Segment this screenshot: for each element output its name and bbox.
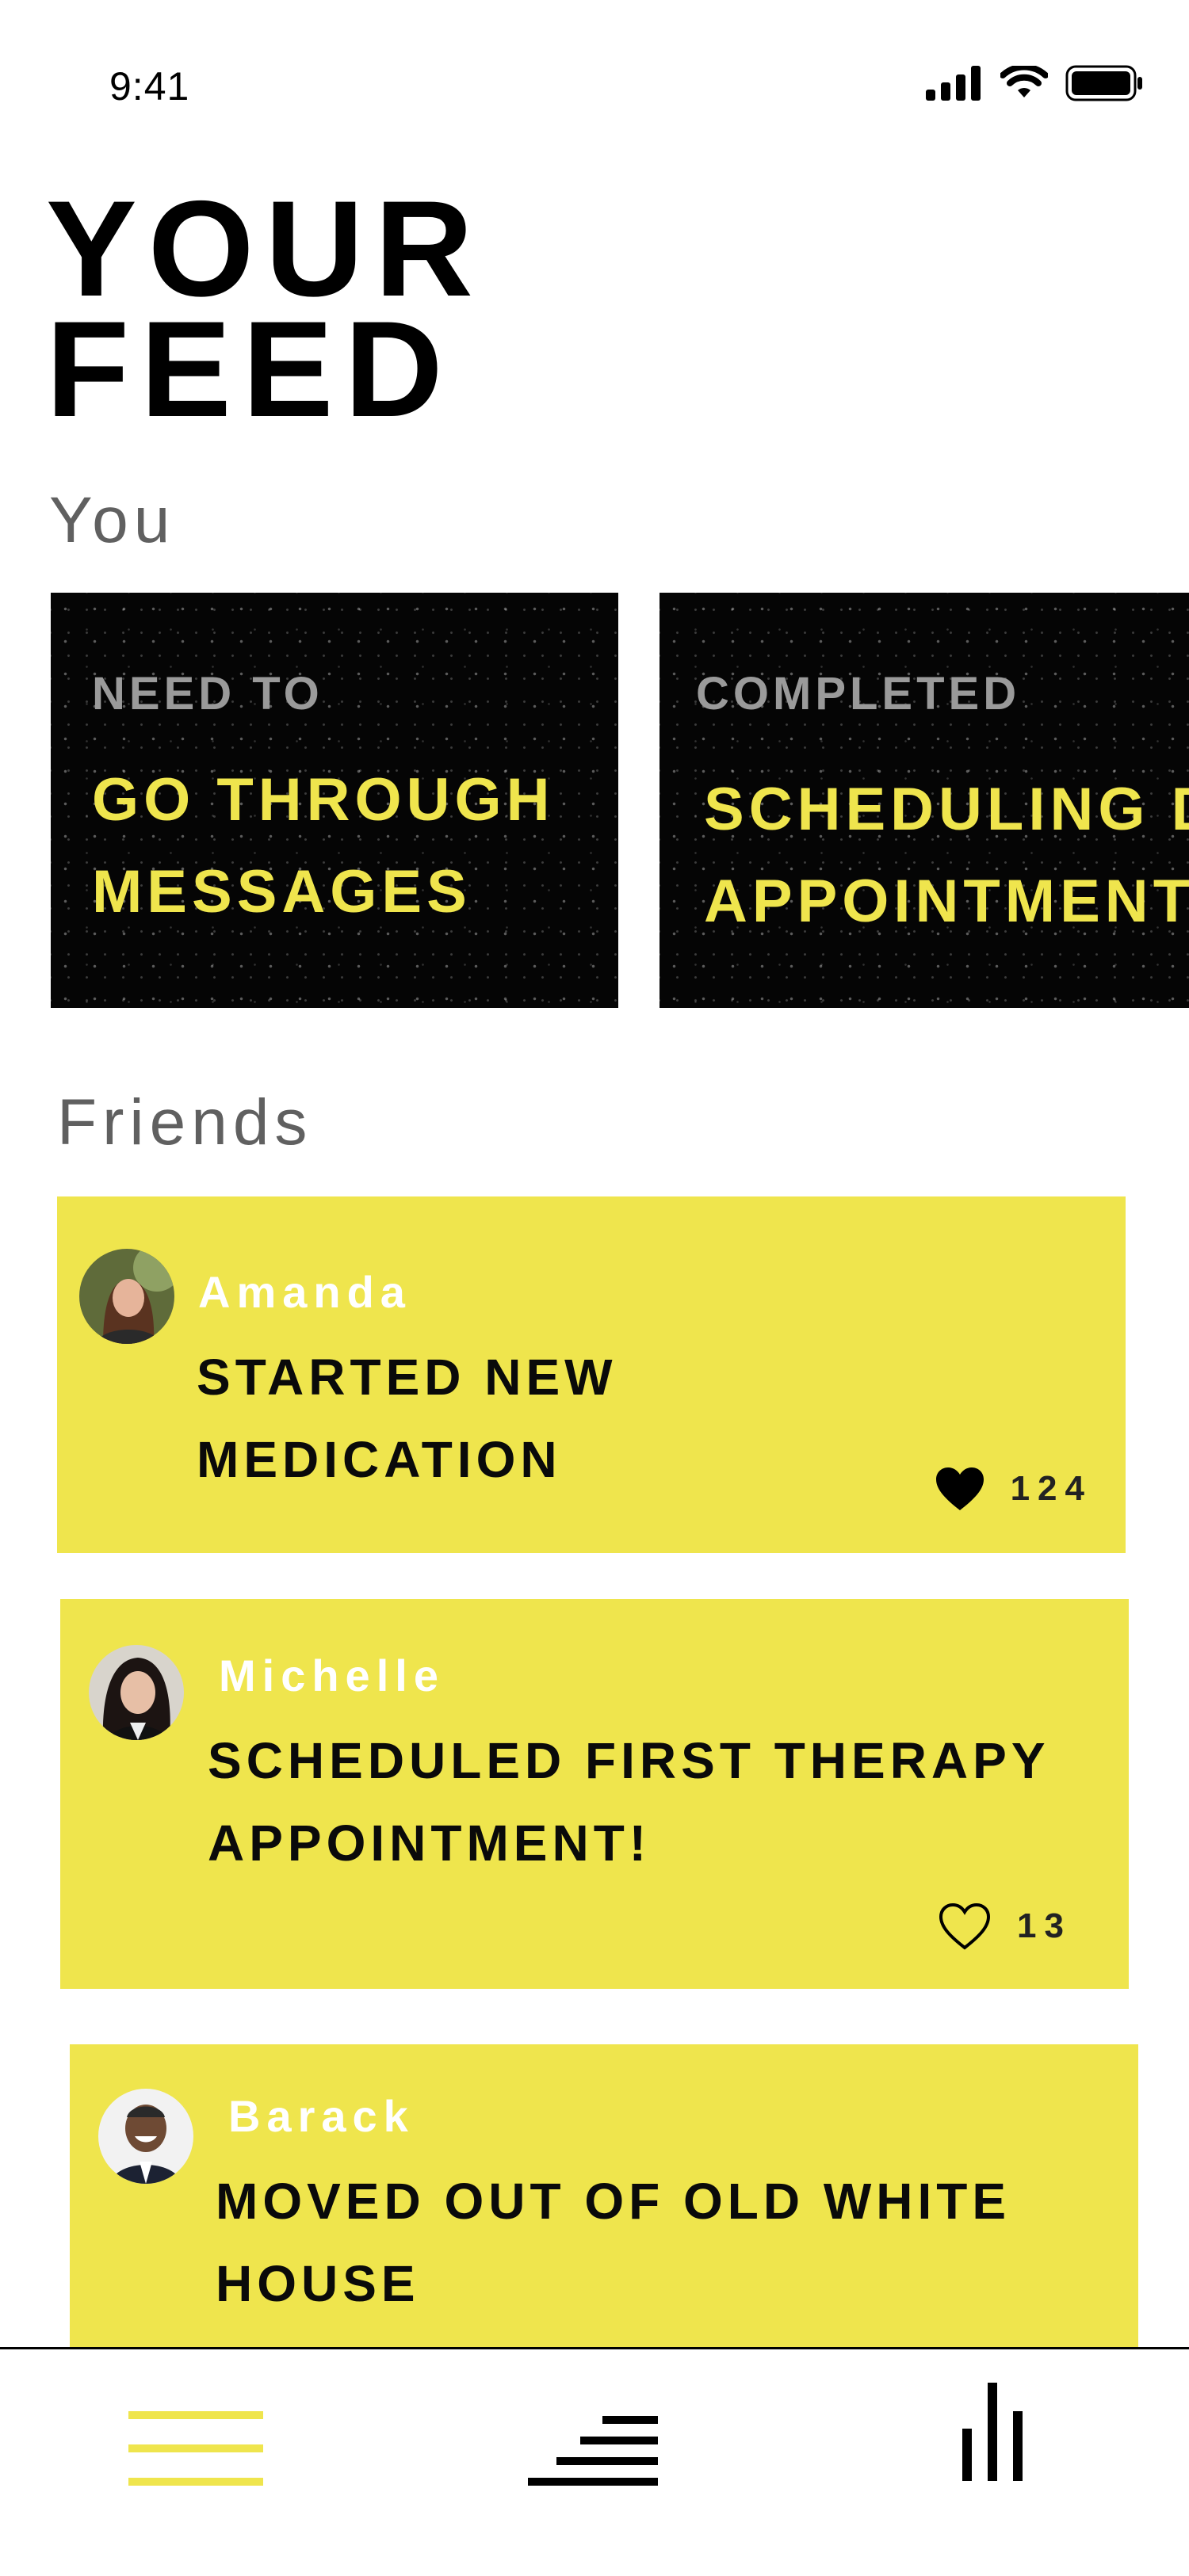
friend-name: Michelle — [219, 1651, 445, 1700]
card-status: NEED TO — [92, 668, 323, 719]
you-section-label: You — [49, 484, 176, 556]
avatar — [79, 1249, 174, 1344]
page-title-line1: YOUR — [46, 173, 484, 325]
signal-icon — [926, 66, 981, 101]
card-task: SCHEDULING D APPOINTMENT — [704, 764, 1189, 948]
page-title: YOUR FEED — [46, 173, 484, 445]
status-icons — [926, 63, 1143, 103]
heart-filled-icon[interactable] — [935, 1466, 985, 1512]
card-task-line1: SCHEDULING D — [704, 776, 1189, 843]
like-count: 124 — [1010, 1469, 1092, 1508]
friend-card-michelle[interactable]: Michelle SCHEDULED FIRST THERAPY APPOINT… — [60, 1599, 1129, 1989]
battery-icon — [1065, 65, 1142, 101]
card-status: COMPLETED — [696, 668, 1021, 719]
friend-name: Amanda — [198, 1267, 411, 1317]
friend-activity: SCHEDULED FIRST THERAPY APPOINTMENT! — [208, 1719, 1050, 1884]
friend-card-amanda[interactable]: Amanda STARTED NEW MEDICATION 124 — [57, 1196, 1126, 1553]
you-card-completed[interactable]: COMPLETED SCHEDULING D APPOINTMENT — [659, 593, 1189, 1008]
friend-card-barack[interactable]: Barack MOVED OUT OF OLD WHITE HOUSE — [70, 2044, 1138, 2347]
likes: 124 — [935, 1466, 1092, 1512]
steps-icon[interactable] — [528, 2416, 658, 2487]
menu-icon[interactable] — [128, 2411, 263, 2487]
activity-line1: MOVED OUT OF OLD WHITE — [216, 2173, 1011, 2230]
avatar — [89, 1645, 184, 1740]
activity-line2: APPOINTMENT! — [208, 1815, 652, 1872]
activity-line2: HOUSE — [216, 2255, 420, 2312]
friends-section-label: Friends — [57, 1086, 313, 1158]
page-title-line2: FEED — [46, 293, 454, 445]
heart-outline-icon[interactable] — [938, 1902, 992, 1951]
you-card-need-to[interactable]: NEED TO GO THROUGH MESSAGES — [51, 593, 618, 1008]
activity-line1: SCHEDULED FIRST THERAPY — [208, 1732, 1050, 1789]
like-count: 13 — [1017, 1906, 1072, 1945]
card-task: GO THROUGH MESSAGES — [92, 754, 555, 938]
tab-bar — [0, 2347, 1189, 2576]
card-task-line2: MESSAGES — [92, 858, 472, 925]
activity-line2: MEDICATION — [197, 1431, 562, 1488]
stats-icon[interactable] — [962, 2383, 1026, 2481]
friend-name: Barack — [228, 2091, 415, 2141]
card-task-line2: APPOINTMENT — [704, 868, 1189, 935]
activity-line1: STARTED NEW — [197, 1349, 617, 1406]
avatar — [98, 2089, 193, 2184]
friend-activity: STARTED NEW MEDICATION — [197, 1336, 617, 1501]
wifi-icon — [1000, 66, 1048, 97]
friend-activity: MOVED OUT OF OLD WHITE HOUSE — [216, 2160, 1011, 2325]
likes: 13 — [938, 1902, 1072, 1951]
status-time: 9:41 — [109, 64, 190, 109]
card-task-line1: GO THROUGH — [92, 766, 555, 834]
